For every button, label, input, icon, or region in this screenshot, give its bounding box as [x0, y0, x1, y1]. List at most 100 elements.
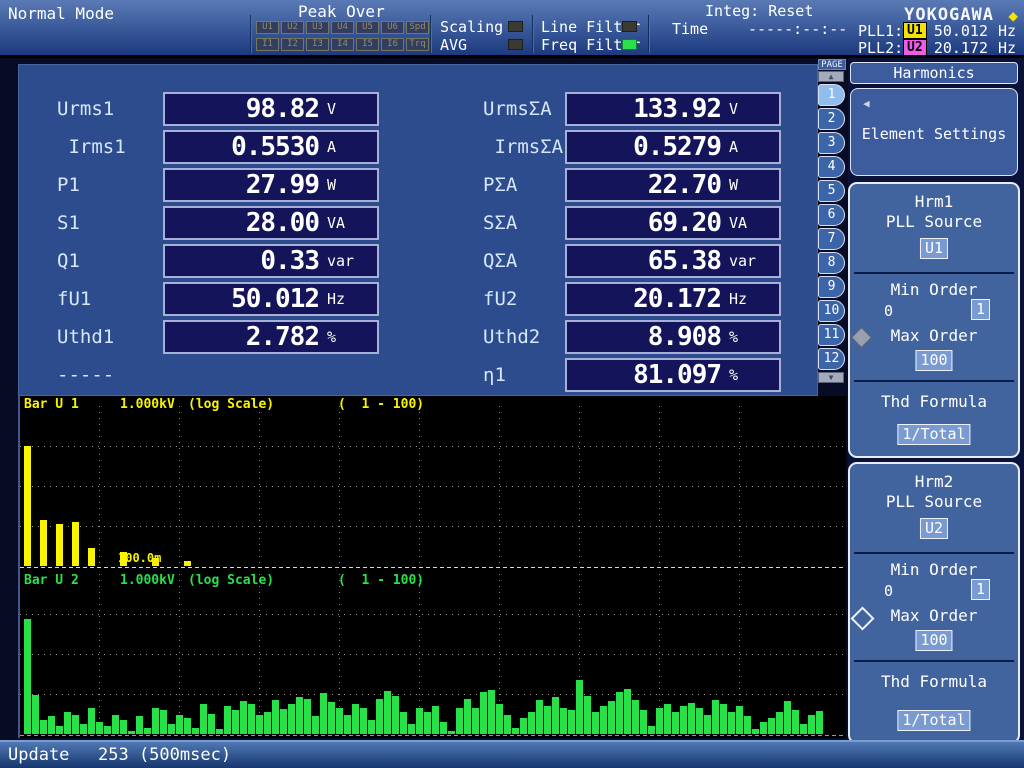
measurement-unit: % [327, 328, 371, 346]
measurement-value-box: 22.70W [565, 168, 781, 202]
measurement-row: IrmsΣA0.5279A [483, 130, 781, 164]
measurement-row: QΣA65.38var [483, 244, 781, 278]
harmonic-bar [296, 697, 303, 734]
page-tab-10[interactable]: 10 [818, 300, 845, 322]
measurement-label: fU2 [483, 288, 565, 310]
measurement-unit: var [327, 252, 371, 270]
harmonic-bar [624, 689, 631, 734]
measurement-column-sigma: UrmsΣA133.92V IrmsΣA0.5279APΣA22.70WSΣA6… [483, 92, 781, 392]
harmonic-bar-chart-u2: Bar U 21.000kV(log Scale)( 1 - 100) [18, 572, 846, 738]
page-tab-1[interactable]: 1 [818, 84, 845, 106]
thd-formula-value[interactable]: 1/Total [897, 710, 970, 731]
harmonic-bar [320, 693, 327, 734]
peak-over-indicator: Spd [406, 21, 429, 34]
measurement-row: Urms198.82V [57, 92, 379, 126]
divider [854, 552, 1014, 554]
pll-source-value[interactable]: U2 [920, 518, 948, 539]
max-order-label: Max Order [850, 606, 1018, 625]
harmonic-bar [728, 712, 735, 734]
page-tab-11[interactable]: 11 [818, 324, 845, 346]
peak-over-row-voltage: U1U2U3U4U5U6Spd [256, 21, 429, 34]
measurement-row: PΣA22.70W [483, 168, 781, 202]
page-tabs: 123456789101112 [818, 84, 848, 370]
measurement-value-box: 2.782% [163, 320, 379, 354]
softkey-menu: Harmonics ◀ Element Settings Hrm1PLL Sou… [848, 58, 1024, 740]
min-order-value[interactable]: 1 [971, 299, 990, 320]
element-settings-button[interactable]: ◀ Element Settings [850, 88, 1018, 176]
peak-over-indicator: U1 [256, 21, 279, 34]
order-gridline [499, 406, 500, 566]
harmonic-bar [736, 706, 743, 734]
measurement-unit: Hz [327, 290, 371, 308]
divider [854, 660, 1014, 662]
page-tab-7[interactable]: 7 [818, 228, 845, 250]
page-down-arrow[interactable]: ▼ [818, 372, 844, 383]
back-arrow-icon: ◀ [863, 97, 870, 110]
peak-over-indicator: U4 [331, 21, 354, 34]
page-tab-3[interactable]: 3 [818, 132, 845, 154]
peak-over-indicator: U3 [306, 21, 329, 34]
harmonic-bar [112, 715, 119, 734]
peak-over-indicator: Trq [406, 38, 429, 51]
page-tab-6[interactable]: 6 [818, 204, 845, 226]
harmonic-bar [616, 692, 623, 734]
harmonic-bar [56, 524, 63, 566]
measurement-label: η1 [483, 364, 565, 386]
hrm1-panel[interactable]: Hrm1PLL SourceU1Min Order01Max Order100T… [848, 182, 1020, 458]
harmonic-bar [640, 710, 647, 734]
top-status-bar: Normal Mode Peak Over U1U2U3U4U5U6Spd I1… [0, 0, 1024, 58]
harmonic-bar [88, 708, 95, 734]
min-order-value[interactable]: 1 [971, 579, 990, 600]
harmonic-bar [184, 561, 191, 566]
peak-over-indicator: U5 [356, 21, 379, 34]
harmonic-bar [576, 680, 583, 734]
harmonic-bar [816, 711, 823, 734]
thd-formula-value[interactable]: 1/Total [897, 424, 970, 445]
harmonic-bar [528, 712, 535, 734]
pll-source-value[interactable]: U1 [920, 238, 948, 259]
harmonic-bar [776, 712, 783, 734]
harmonic-bar [440, 722, 447, 734]
harmonic-bar [400, 712, 407, 734]
measurement-unit: W [729, 176, 773, 194]
harmonic-bar [272, 700, 279, 734]
harmonic-bar [40, 720, 47, 734]
time-value: -----:--:-- [748, 20, 847, 38]
page-tab-9[interactable]: 9 [818, 276, 845, 298]
measurement-unit: A [729, 138, 773, 156]
pll1-label: PLL1: [858, 22, 903, 40]
harmonic-bar [40, 520, 47, 566]
page-tab-12[interactable]: 12 [818, 348, 845, 370]
peak-over-indicator: U2 [281, 21, 304, 34]
harmonic-bar [240, 701, 247, 734]
max-order-value[interactable]: 100 [915, 350, 952, 371]
harmonic-bar [392, 696, 399, 734]
max-order-value[interactable]: 100 [915, 630, 952, 651]
pll1-value: 50.012 [912, 22, 988, 40]
measurement-row: Uthd12.782% [57, 320, 379, 354]
page-tab-5[interactable]: 5 [818, 180, 845, 202]
page-tab-4[interactable]: 4 [818, 156, 845, 178]
page-tab-2[interactable]: 2 [818, 108, 845, 130]
harmonic-bar [656, 708, 663, 734]
order-gridline [659, 406, 660, 566]
harmonic-bar [648, 726, 655, 734]
peak-over-indicator: I4 [331, 38, 354, 51]
harmonic-bar [496, 704, 503, 734]
measurement-value: 81.097 [573, 360, 721, 390]
page-tab-8[interactable]: 8 [818, 252, 845, 274]
harmonic-bar [680, 706, 687, 734]
harmonic-bar [64, 712, 71, 734]
scaling-label: Scaling [440, 18, 503, 36]
harmonic-bar [584, 696, 591, 734]
hrm2-panel[interactable]: Hrm2PLL SourceU2Min Order01Max Order100T… [848, 462, 1020, 744]
harmonic-bar [192, 728, 199, 734]
order-gridline [739, 406, 740, 566]
harmonic-bar [168, 724, 175, 734]
harmonic-bar [152, 708, 159, 734]
peak-over-indicator: I6 [381, 38, 404, 51]
peak-over-indicator: I5 [356, 38, 379, 51]
harmonic-bar [592, 712, 599, 734]
page-up-arrow[interactable]: ▲ [818, 71, 844, 82]
measurement-row: UrmsΣA133.92V [483, 92, 781, 126]
